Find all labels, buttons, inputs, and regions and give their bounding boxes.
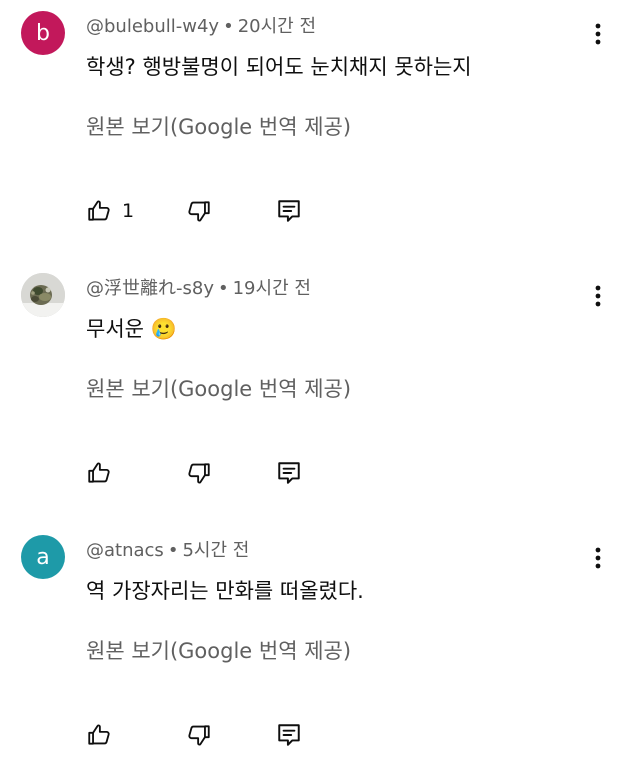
comment-actions: [86, 458, 566, 488]
comment-time: 20시간 전: [237, 16, 317, 37]
like-button[interactable]: [86, 458, 112, 488]
comment-time: 5시간 전: [182, 540, 250, 561]
thumb-up-icon: [88, 724, 110, 745]
view-original-link[interactable]: 원본 보기(Google 번역 제공): [86, 112, 351, 142]
avatar[interactable]: a: [21, 535, 65, 579]
author-handle[interactable]: @浮世離れ-s8y: [86, 278, 214, 299]
comment-reply-icon: [278, 200, 300, 222]
avatar-letter: a: [36, 544, 50, 570]
comment-item: a @atnacs • 5시간 전 역 가장자리는 만화를 떠올렸다. 원본 보기(…: [0, 524, 640, 766]
view-original-link[interactable]: 원본 보기(Google 번역 제공): [86, 374, 351, 404]
avatar-photo-image: [21, 273, 65, 317]
thumb-up-icon: [88, 200, 110, 221]
avatar[interactable]: [21, 273, 65, 317]
comment-reply-icon: [278, 462, 300, 484]
author-handle[interactable]: @atnacs: [86, 540, 164, 561]
dislike-button[interactable]: [186, 720, 212, 750]
comment-text: 학생? 행방불명이 되어도 눈치채지 못하는지: [86, 55, 472, 79]
comment-item: @浮世離れ-s8y • 19시간 전 무서운 🥲 원본 보기(Google 번역 제…: [0, 262, 640, 523]
avatar[interactable]: b: [21, 11, 65, 55]
meta-separator: •: [223, 16, 234, 37]
meta-separator: •: [167, 540, 179, 561]
reply-button[interactable]: [276, 458, 302, 488]
more-vertical-icon[interactable]: [584, 20, 612, 48]
like-count: 1: [122, 200, 135, 222]
comment-item: b @bulebull-w4y • 20시간 전 학생? 행방불명이 되어도 눈치채…: [0, 0, 640, 261]
dislike-button[interactable]: [186, 458, 212, 488]
comment-time: 19시간 전: [232, 278, 311, 299]
more-vertical-icon[interactable]: [584, 282, 612, 310]
avatar-letter: b: [36, 20, 50, 46]
dislike-button[interactable]: [186, 196, 212, 226]
like-button[interactable]: [86, 720, 112, 750]
comment-meta: @bulebull-w4y • 20시간 전: [86, 15, 316, 39]
comment-text: 역 가장자리는 만화를 떠올렸다.: [86, 579, 364, 603]
like-button[interactable]: 1: [86, 196, 134, 226]
reply-button[interactable]: [276, 196, 302, 226]
thumb-down-icon: [188, 463, 210, 484]
comment-meta: @atnacs • 5시간 전: [86, 539, 249, 563]
thumb-down-icon: [188, 201, 210, 222]
comment-reply-icon: [278, 724, 300, 746]
meta-separator: •: [217, 278, 229, 299]
thumb-down-icon: [188, 725, 210, 746]
comment-actions: 1: [86, 196, 566, 226]
comment-meta: @浮世離れ-s8y • 19시간 전: [86, 277, 311, 301]
thumb-up-icon: [88, 462, 110, 483]
comment-actions: [86, 720, 566, 750]
more-vertical-icon[interactable]: [584, 544, 612, 572]
reply-button[interactable]: [276, 720, 302, 750]
comment-text: 무서운 🥲: [86, 317, 177, 341]
view-original-link[interactable]: 원본 보기(Google 번역 제공): [86, 636, 351, 666]
author-handle[interactable]: @bulebull-w4y: [86, 16, 219, 37]
